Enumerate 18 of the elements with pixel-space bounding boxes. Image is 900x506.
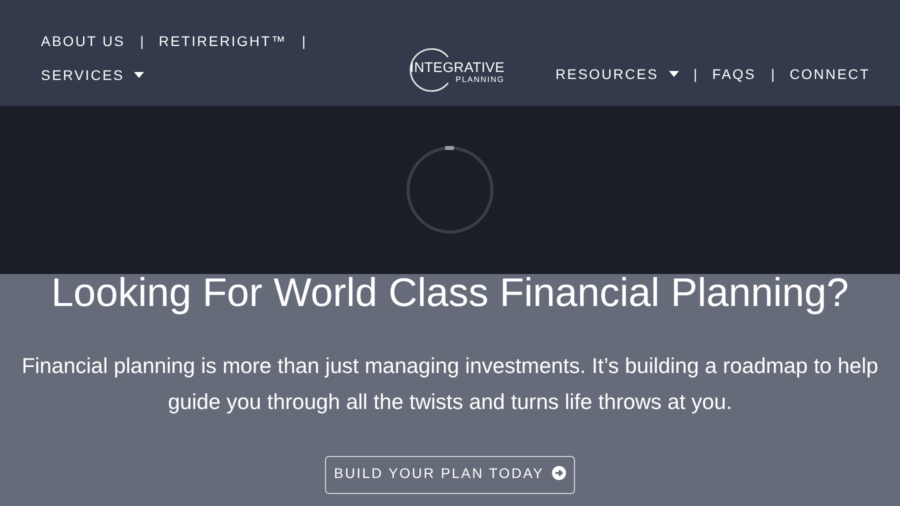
nav-link[interactable]: RETIRERIGHT™ (158, 31, 287, 51)
build-plan-button[interactable]: BUILD YOUR PLAN TODAY (325, 456, 575, 494)
nav-link[interactable]: CONNECT (790, 64, 870, 84)
hero-title: Looking For World Class Financial Planning? (51, 270, 849, 317)
nav-separator: | (302, 32, 306, 51)
nav-link[interactable]: ABOUT US (41, 31, 126, 51)
nav-link[interactable]: FAQS (712, 64, 756, 84)
caret-icon (134, 72, 144, 78)
logo-subtitle: PLANNING (456, 75, 505, 84)
hero-text: Financial planning is more than just managing investments. It’s building a roadmap to help guide you through all the twists and turns life throws at you. (20, 353, 880, 416)
loading-spinner-icon (405, 145, 495, 235)
nav-separator: | (140, 32, 144, 51)
arrow-circle-icon (552, 466, 566, 480)
nav-link[interactable]: SERVICES (41, 65, 144, 85)
nav-separator: | (770, 65, 775, 84)
caret-icon (668, 71, 679, 77)
nav-link[interactable]: RESOURCES (555, 64, 679, 84)
nav-separator: | (694, 65, 698, 84)
